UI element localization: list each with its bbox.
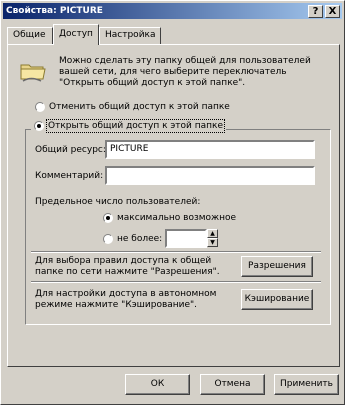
max-users-radio[interactable] bbox=[103, 213, 113, 223]
user-limit-heading: Предельное число пользователей: bbox=[35, 197, 201, 207]
divider-1 bbox=[31, 251, 321, 253]
deny-sharing-radio[interactable] bbox=[35, 102, 45, 112]
window-title: Свойства: PICTURE bbox=[6, 6, 103, 16]
properties-dialog: Свойства: PICTURE ? X Общие Доступ Настр… bbox=[0, 0, 345, 405]
max-users-option[interactable]: максимально возможное bbox=[103, 213, 236, 223]
user-count-input[interactable] bbox=[165, 229, 207, 248]
ok-button[interactable]: ОК bbox=[125, 374, 190, 395]
apply-button[interactable]: Применить bbox=[274, 374, 339, 395]
close-button[interactable]: X bbox=[325, 5, 340, 18]
not-more-label: не более: bbox=[117, 234, 163, 244]
intro-text: Можно сделать эту папку общей для пользо… bbox=[59, 56, 311, 88]
tab-settings[interactable]: Настройка bbox=[99, 27, 161, 44]
deny-sharing-label: Отменить общий доступ к этой папке bbox=[49, 102, 230, 112]
caching-button[interactable]: Кэширование bbox=[241, 289, 313, 310]
spin-down-icon[interactable]: ▼ bbox=[207, 238, 218, 247]
allow-sharing-radio[interactable] bbox=[34, 121, 44, 131]
not-more-radio[interactable] bbox=[103, 234, 113, 244]
divider-2 bbox=[31, 281, 321, 283]
not-more-option[interactable]: не более: bbox=[103, 234, 162, 244]
caching-text: Для настройки доступа в автономном режим… bbox=[35, 289, 217, 310]
help-button[interactable]: ? bbox=[308, 5, 323, 18]
tab-access[interactable]: Доступ bbox=[53, 24, 99, 45]
deny-sharing-option[interactable]: Отменить общий доступ к этой папке bbox=[35, 102, 230, 112]
shared-folder-icon bbox=[20, 64, 46, 82]
max-users-label: максимально возможное bbox=[117, 213, 237, 223]
spin-up-icon[interactable]: ▲ bbox=[207, 229, 218, 238]
permissions-button[interactable]: Разрешения bbox=[241, 256, 313, 277]
allow-sharing-option[interactable]: Открыть общий доступ к этой папке bbox=[31, 119, 227, 133]
comment-input[interactable] bbox=[105, 166, 315, 185]
share-name-input[interactable]: PICTURE bbox=[105, 140, 315, 159]
comment-label: Комментарий: bbox=[35, 171, 104, 181]
share-name-label: Общий ресурс: bbox=[35, 145, 106, 155]
user-count-spinner[interactable]: ▲ ▼ bbox=[207, 229, 218, 248]
title-bar[interactable]: Свойства: PICTURE ? X bbox=[3, 3, 342, 19]
tab-general[interactable]: Общие bbox=[7, 27, 53, 44]
cancel-button[interactable]: Отмена bbox=[200, 374, 265, 395]
permissions-text: Для выбора правил доступа к общей папке … bbox=[35, 256, 220, 277]
allow-sharing-label: Открыть общий доступ к этой папке bbox=[45, 119, 226, 133]
